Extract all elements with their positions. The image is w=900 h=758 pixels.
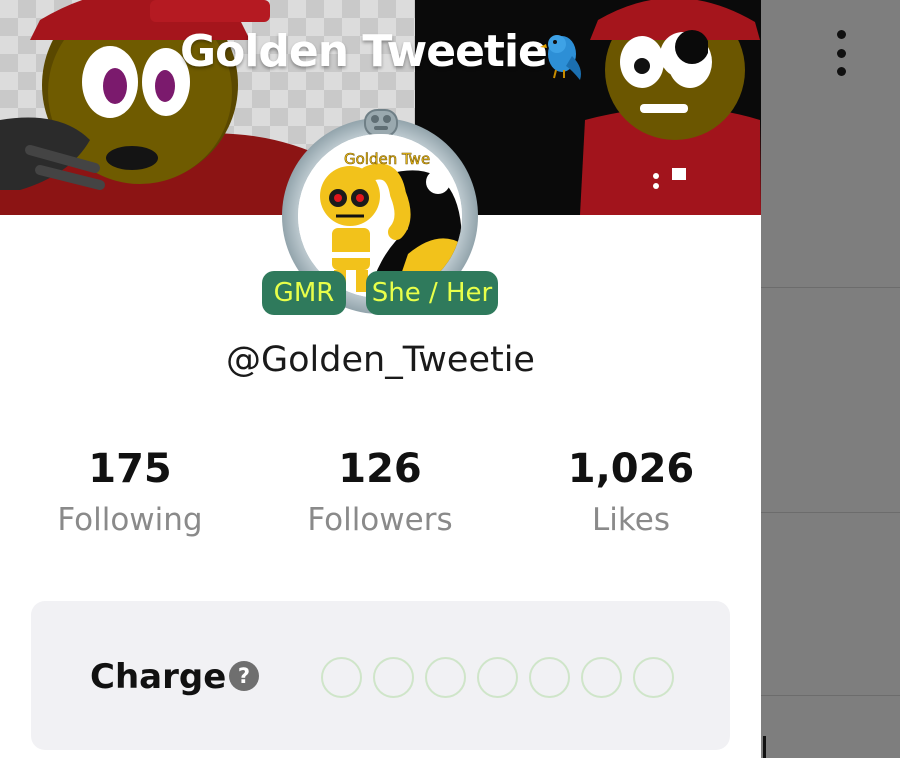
- avatar-overlay-text: Golden Twe: [344, 150, 430, 168]
- dimmed-background[interactable]: [761, 0, 900, 758]
- divider: [763, 736, 766, 758]
- profile-panel: Golden Tweetie Golden Twe GMR She / Her …: [0, 0, 761, 758]
- charge-dot: [425, 657, 466, 698]
- bird-emoji-icon: [540, 35, 581, 80]
- following-label: Following: [57, 502, 203, 538]
- charge-dot: [477, 657, 518, 698]
- moon-icon[interactable]: [658, 30, 708, 80]
- charge-card: Charge ?: [31, 601, 730, 750]
- divider: [761, 287, 900, 288]
- charge-dot: [633, 657, 674, 698]
- stat-likes[interactable]: 1,026 Likes: [511, 444, 751, 540]
- divider: [761, 512, 900, 513]
- stat-following[interactable]: 175 Following: [10, 444, 250, 540]
- followers-count: 126: [338, 446, 422, 492]
- likes-count: 1,026: [567, 446, 695, 492]
- pronoun-badge: She / Her: [366, 271, 498, 315]
- stat-followers[interactable]: 126 Followers: [260, 444, 500, 540]
- likes-label: Likes: [592, 502, 670, 538]
- following-count: 175: [88, 446, 172, 492]
- frame-ornament-icon: [364, 109, 398, 137]
- charge-dot: [321, 657, 362, 698]
- charge-dot: [373, 657, 414, 698]
- charge-dot: [529, 657, 570, 698]
- role-badge: GMR: [262, 271, 346, 315]
- charge-dot: [581, 657, 622, 698]
- divider: [761, 695, 900, 696]
- charge-meter: [321, 657, 674, 698]
- profile-handle: @Golden_Tweetie: [226, 340, 535, 380]
- followers-label: Followers: [307, 502, 453, 538]
- charge-label: Charge: [90, 657, 227, 697]
- profile-display-name: Golden Tweetie: [180, 26, 548, 77]
- help-icon[interactable]: ?: [229, 661, 259, 691]
- kebab-menu-icon[interactable]: [831, 30, 851, 76]
